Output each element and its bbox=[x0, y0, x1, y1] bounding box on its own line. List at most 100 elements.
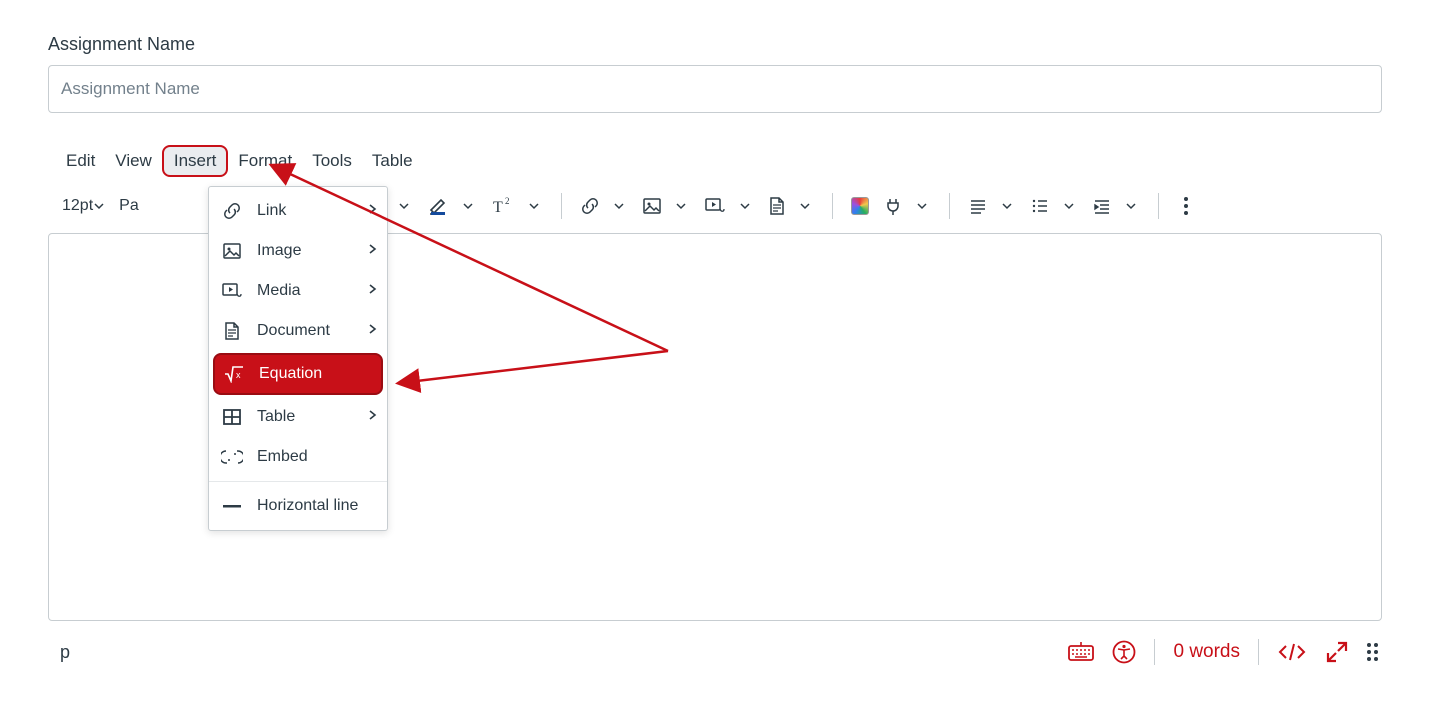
align-button[interactable] bbox=[964, 190, 992, 222]
insert-image-dropdown[interactable] bbox=[668, 190, 694, 222]
menubar-view[interactable]: View bbox=[105, 145, 162, 177]
insert-menu-equation[interactable]: x Equation bbox=[213, 353, 383, 395]
menu-item-label: Image bbox=[257, 242, 301, 260]
insert-link-button[interactable] bbox=[576, 190, 604, 222]
indent-dropdown[interactable] bbox=[1118, 190, 1144, 222]
indent-button[interactable] bbox=[1088, 190, 1116, 222]
element-path[interactable]: p bbox=[52, 642, 70, 663]
chevron-down-icon bbox=[1125, 200, 1137, 212]
apps-button[interactable] bbox=[847, 190, 873, 222]
chevron-right-icon bbox=[367, 202, 377, 220]
list-button[interactable] bbox=[1026, 190, 1054, 222]
grip-icon bbox=[1367, 643, 1378, 661]
plug-icon bbox=[883, 196, 903, 216]
menubar-tools[interactable]: Tools bbox=[302, 145, 362, 177]
menu-item-label: Embed bbox=[257, 448, 308, 466]
chevron-down-icon bbox=[462, 200, 474, 212]
chevron-down-icon bbox=[528, 200, 540, 212]
toolbar-divider bbox=[949, 193, 950, 219]
equation-icon: x bbox=[223, 365, 245, 383]
menubar-insert[interactable]: Insert bbox=[162, 145, 229, 177]
accessibility-icon bbox=[1112, 640, 1136, 664]
toolbar-more-button[interactable] bbox=[1173, 190, 1199, 222]
code-icon bbox=[1277, 642, 1307, 662]
chevron-right-icon bbox=[367, 408, 377, 426]
highlight-icon bbox=[427, 195, 449, 217]
chevron-down-icon bbox=[916, 200, 928, 212]
word-count[interactable]: 0 words bbox=[1173, 641, 1240, 663]
plugin-button[interactable] bbox=[879, 190, 907, 222]
text-color-dropdown[interactable] bbox=[391, 190, 417, 222]
svg-text:2: 2 bbox=[505, 196, 510, 206]
insert-media-button[interactable] bbox=[700, 190, 730, 222]
chevron-right-icon bbox=[367, 322, 377, 340]
document-icon bbox=[768, 196, 786, 216]
chevron-down-icon bbox=[799, 200, 811, 212]
assignment-name-label: Assignment Name bbox=[48, 34, 1382, 55]
insert-media-dropdown[interactable] bbox=[732, 190, 758, 222]
insert-image-button[interactable] bbox=[638, 190, 666, 222]
superscript-dropdown[interactable] bbox=[521, 190, 547, 222]
menu-item-label: Equation bbox=[259, 365, 322, 383]
menu-separator bbox=[209, 481, 387, 482]
chevron-right-icon bbox=[367, 242, 377, 260]
expand-icon bbox=[1325, 640, 1349, 664]
list-dropdown[interactable] bbox=[1056, 190, 1082, 222]
link-icon bbox=[580, 196, 600, 216]
kebab-icon bbox=[1184, 197, 1188, 215]
menu-item-label: Link bbox=[257, 202, 286, 220]
keyboard-shortcuts-button[interactable] bbox=[1068, 642, 1094, 662]
font-size-label: 12pt bbox=[62, 197, 93, 215]
html-editor-button[interactable] bbox=[1277, 642, 1307, 662]
insert-menu-horizontal-line[interactable]: Horizontal line bbox=[209, 486, 387, 526]
rich-content-editor: Edit View Insert Format Tools Table 12pt… bbox=[48, 141, 1382, 675]
insert-menu-image[interactable]: Image bbox=[209, 231, 387, 271]
assignment-name-input[interactable] bbox=[48, 65, 1382, 113]
document-icon bbox=[221, 321, 243, 341]
insert-menu-embed[interactable]: Embed bbox=[209, 437, 387, 477]
list-icon bbox=[1030, 196, 1050, 216]
menubar-edit[interactable]: Edit bbox=[56, 145, 105, 177]
chevron-down-icon bbox=[675, 200, 687, 212]
menu-item-label: Horizontal line bbox=[257, 497, 358, 515]
plugin-dropdown[interactable] bbox=[909, 190, 935, 222]
align-dropdown[interactable] bbox=[994, 190, 1020, 222]
highlight-color-dropdown[interactable] bbox=[455, 190, 481, 222]
resize-handle[interactable] bbox=[1367, 643, 1378, 661]
status-divider bbox=[1258, 639, 1259, 665]
fullscreen-button[interactable] bbox=[1325, 640, 1349, 664]
editor-statusbar: p 0 words bbox=[48, 629, 1382, 675]
insert-document-dropdown[interactable] bbox=[792, 190, 818, 222]
accessibility-checker-button[interactable] bbox=[1112, 640, 1136, 664]
svg-text:T: T bbox=[493, 199, 503, 216]
hr-icon bbox=[221, 503, 243, 509]
indent-icon bbox=[1092, 196, 1112, 216]
insert-document-button[interactable] bbox=[764, 190, 790, 222]
align-icon bbox=[968, 196, 988, 216]
superscript-button[interactable]: T 2 bbox=[487, 190, 519, 222]
status-divider bbox=[1154, 639, 1155, 665]
chevron-down-icon bbox=[613, 200, 625, 212]
insert-link-dropdown[interactable] bbox=[606, 190, 632, 222]
block-style-label: Pa bbox=[119, 197, 139, 215]
insert-menu-document[interactable]: Document bbox=[209, 311, 387, 351]
menubar-table[interactable]: Table bbox=[362, 145, 423, 177]
block-style-select[interactable]: Pa bbox=[115, 190, 143, 222]
toolbar-divider bbox=[1158, 193, 1159, 219]
menu-item-label: Media bbox=[257, 282, 301, 300]
media-icon bbox=[221, 281, 243, 301]
insert-menu-media[interactable]: Media bbox=[209, 271, 387, 311]
highlight-color-button[interactable] bbox=[423, 190, 453, 222]
font-size-select[interactable]: 12pt bbox=[58, 190, 109, 222]
insert-menu-table[interactable]: Table bbox=[209, 397, 387, 437]
menubar-format[interactable]: Format bbox=[228, 145, 302, 177]
keyboard-icon bbox=[1068, 642, 1094, 662]
toolbar-divider bbox=[561, 193, 562, 219]
chevron-down-icon bbox=[1063, 200, 1075, 212]
media-icon bbox=[704, 196, 726, 216]
image-icon bbox=[642, 196, 662, 216]
table-icon bbox=[221, 407, 243, 427]
chevron-down-icon bbox=[739, 200, 751, 212]
insert-menu-link[interactable]: Link bbox=[209, 191, 387, 231]
embed-icon bbox=[221, 448, 243, 466]
